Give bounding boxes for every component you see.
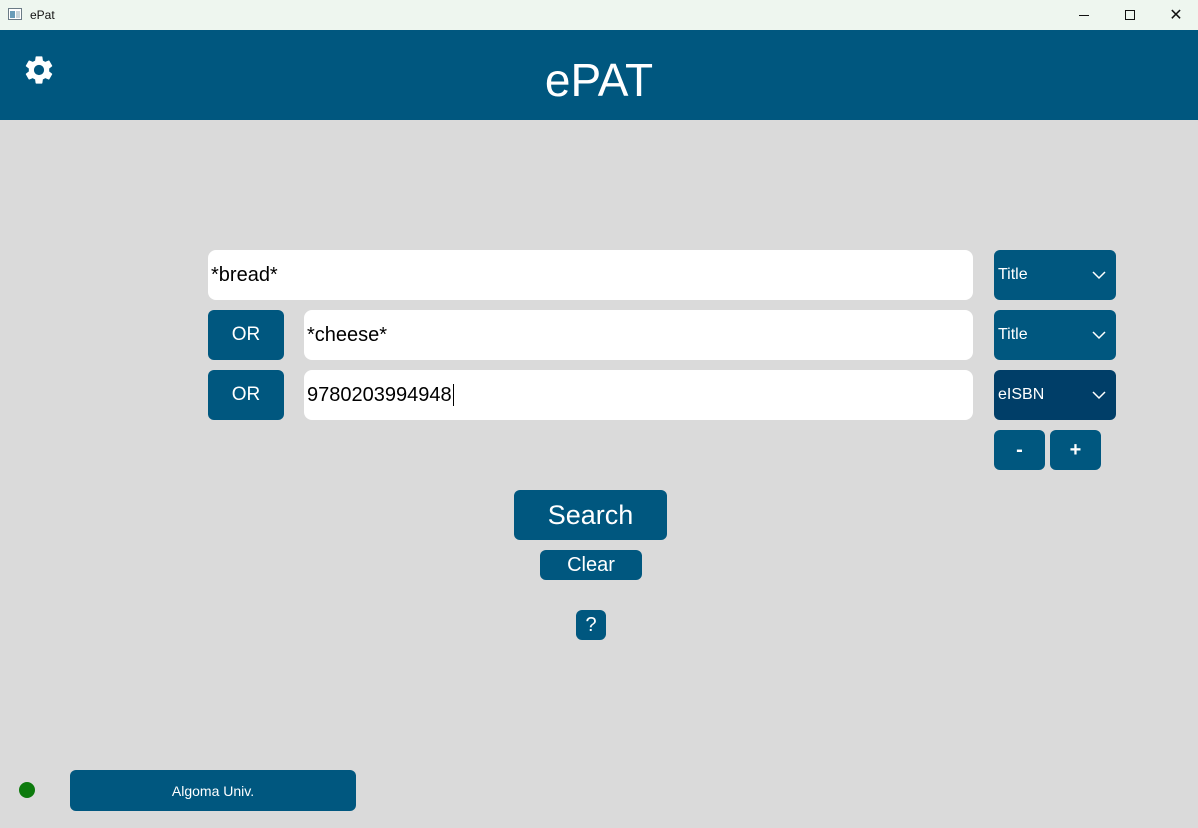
app-window-icon (8, 8, 22, 20)
remove-row-button[interactable]: - (994, 430, 1045, 470)
chevron-down-icon (1092, 391, 1106, 400)
window-titlebar: ePat ✕ (0, 0, 1198, 30)
help-icon: ? (585, 613, 597, 636)
app-title: ePAT (544, 54, 654, 106)
query-input-3-value: 9780203994948 (307, 383, 452, 406)
field-select-3[interactable]: eISBN (994, 370, 1116, 420)
operator-button-2-label: OR (231, 324, 261, 345)
query-input-2-value: *cheese* (307, 323, 388, 346)
query-input-1-value: *bread* (211, 263, 278, 286)
query-input-3[interactable]: 9780203994948 (304, 370, 973, 420)
operator-button-3[interactable]: OR (208, 370, 284, 420)
remove-row-label: - (1016, 438, 1023, 461)
search-button[interactable]: Search (514, 490, 667, 540)
add-row-label: + (1069, 438, 1082, 461)
operator-button-3-label: OR (231, 384, 261, 405)
close-icon: ✕ (1169, 7, 1183, 24)
field-select-1-value: Title (998, 266, 1028, 283)
chevron-down-icon (1092, 331, 1106, 340)
clear-button[interactable]: Clear (540, 550, 642, 580)
close-button[interactable]: ✕ (1153, 0, 1198, 30)
maximize-icon (1125, 10, 1135, 20)
window-title: ePat (30, 8, 55, 22)
add-row-button[interactable]: + (1050, 430, 1101, 470)
clear-button-label: Clear (567, 553, 615, 576)
chevron-down-icon (1092, 271, 1106, 280)
search-button-label: Search (547, 499, 634, 530)
query-input-1[interactable]: *bread* (208, 250, 973, 300)
text-caret (452, 384, 454, 406)
operator-button-2[interactable]: OR (208, 310, 284, 360)
institution-label: Algoma Univ. (171, 782, 255, 799)
minimize-icon (1079, 14, 1089, 16)
query-input-2[interactable]: *cheese* (304, 310, 973, 360)
field-select-2[interactable]: Title (994, 310, 1116, 360)
field-select-2-value: Title (998, 326, 1028, 343)
maximize-button[interactable] (1107, 0, 1153, 30)
field-select-3-value: eISBN (998, 386, 1045, 403)
help-button[interactable]: ? (576, 610, 606, 640)
institution-button[interactable]: Algoma Univ. (70, 770, 356, 811)
connection-status-indicator (19, 782, 35, 798)
field-select-1[interactable]: Title (994, 250, 1116, 300)
minimize-button[interactable] (1061, 0, 1107, 30)
